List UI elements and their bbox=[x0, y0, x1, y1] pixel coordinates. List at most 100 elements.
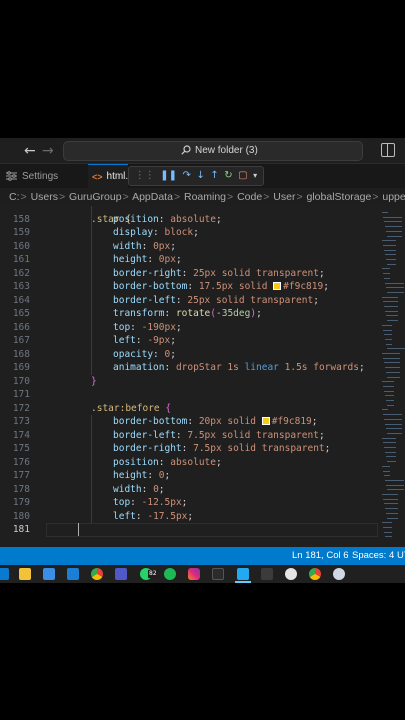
property-name: left bbox=[113, 335, 136, 346]
minimap-line bbox=[385, 226, 402, 228]
store-icon[interactable] bbox=[43, 568, 55, 580]
windows-icon[interactable] bbox=[0, 568, 9, 580]
text-cursor bbox=[78, 523, 79, 536]
minimap-line bbox=[382, 437, 396, 439]
semicolon: ; bbox=[256, 308, 262, 319]
mail-icon[interactable] bbox=[67, 568, 79, 580]
restart-icon[interactable]: ↻ bbox=[224, 169, 232, 183]
semicolon: ; bbox=[158, 483, 165, 495]
minimap-line bbox=[385, 338, 392, 340]
minimap-line bbox=[382, 522, 392, 524]
folder-icon[interactable] bbox=[261, 568, 273, 580]
property-name: border-left bbox=[113, 294, 176, 306]
minimap-line bbox=[385, 367, 400, 369]
color-value: #f9c819 bbox=[283, 281, 324, 292]
cursor-position[interactable]: Ln 181, Col 6 bbox=[292, 547, 349, 565]
property-name: left bbox=[113, 510, 136, 522]
vscode-icon[interactable] bbox=[237, 568, 249, 580]
spotify-icon[interactable] bbox=[164, 568, 176, 580]
declaration: height: 0px; bbox=[113, 253, 182, 267]
drag-handle-icon[interactable]: ⋮⋮ bbox=[135, 169, 155, 183]
teams-icon[interactable] bbox=[115, 568, 127, 580]
value-text: dropStar 1s bbox=[175, 362, 245, 373]
colon: : bbox=[164, 308, 176, 319]
line-number: 178 bbox=[12, 483, 30, 495]
minimap-line bbox=[386, 371, 400, 373]
photos-icon[interactable] bbox=[212, 568, 224, 580]
code-text: .star:before { bbox=[91, 402, 171, 416]
breadcrumb-item[interactable]: Users bbox=[31, 191, 58, 203]
chrome-profile-icon[interactable] bbox=[309, 568, 321, 580]
command-center-text: New folder (3) bbox=[195, 145, 258, 156]
code-line: 165 transform: rotate(-35deg); bbox=[0, 307, 378, 321]
semicolon: ; bbox=[215, 456, 222, 468]
back-arrow-icon[interactable]: ← bbox=[24, 142, 36, 160]
breadcrumb-item[interactable]: User bbox=[273, 191, 295, 203]
minimap-line bbox=[386, 287, 404, 289]
color-swatch-icon bbox=[273, 282, 282, 290]
minimap-line bbox=[385, 508, 398, 510]
cloud-icon[interactable] bbox=[333, 568, 345, 580]
windows-taskbar: 82 bbox=[0, 565, 405, 583]
colon: : bbox=[175, 429, 188, 441]
semicolon: ; bbox=[313, 294, 319, 306]
step-into-icon[interactable]: ↓ bbox=[196, 169, 204, 183]
code-text: } bbox=[91, 375, 97, 389]
stop-icon[interactable]: ▢ bbox=[238, 169, 247, 183]
command-center-search[interactable]: New folder (3) bbox=[63, 141, 363, 161]
semicolon: ; bbox=[358, 362, 365, 373]
toggle-layout-icon[interactable] bbox=[381, 143, 395, 157]
active-app-indicator bbox=[235, 581, 251, 583]
line-number: 161 bbox=[12, 254, 30, 265]
breadcrumb-item[interactable]: AppData bbox=[132, 191, 173, 203]
minimap-line bbox=[384, 503, 398, 505]
minimap-line bbox=[386, 512, 398, 514]
declaration: position: absolute; bbox=[113, 213, 222, 227]
step-over-icon[interactable]: ↷ bbox=[183, 169, 191, 183]
minimap-line bbox=[385, 451, 396, 453]
colon: : bbox=[153, 227, 165, 238]
step-out-icon[interactable]: ↑ bbox=[210, 169, 218, 183]
breadcrumb-item[interactable]: Code bbox=[237, 191, 262, 203]
declaration: left: -9px; bbox=[113, 334, 176, 348]
chrome-icon[interactable] bbox=[91, 568, 103, 580]
html-file-icon: <> bbox=[92, 171, 103, 182]
semicolon: ; bbox=[175, 321, 182, 333]
breadcrumb-item[interactable]: GuruGroup bbox=[69, 191, 122, 203]
line-number: 169 bbox=[12, 362, 30, 373]
code-line: 167 left: -9px; bbox=[0, 334, 378, 348]
pause-icon[interactable]: ❚❚ bbox=[160, 169, 177, 183]
minimap-line bbox=[382, 324, 392, 326]
encoding-setting[interactable]: UT bbox=[397, 547, 405, 565]
instagram-icon[interactable] bbox=[188, 568, 200, 580]
obs-icon[interactable] bbox=[285, 568, 297, 580]
breadcrumb-item[interactable]: Roaming bbox=[184, 191, 226, 203]
tab-settings[interactable]: Settings bbox=[0, 164, 72, 188]
tab-html[interactable]: <> html. bbox=[88, 164, 128, 188]
minimap-line bbox=[387, 404, 394, 406]
code-line: 178 width: 0; bbox=[0, 483, 378, 497]
code-line: 161 height: 0px; bbox=[0, 253, 378, 267]
breadcrumb-item[interactable]: uppernauts.typ bbox=[382, 191, 405, 203]
minimap[interactable] bbox=[378, 206, 405, 547]
property-name: border-bottom bbox=[113, 281, 188, 292]
chevron-down-icon[interactable]: ▾ bbox=[253, 169, 257, 183]
minimap-line bbox=[385, 536, 392, 538]
minimap-line bbox=[383, 216, 402, 218]
declaration: border-left: 25px solid transparent; bbox=[113, 294, 319, 308]
breadcrumb-item[interactable]: C: bbox=[9, 191, 20, 203]
forward-arrow-icon[interactable]: → bbox=[42, 142, 54, 160]
selector-text: .star:before bbox=[91, 402, 166, 414]
breadcrumb-item[interactable]: globalStorage bbox=[307, 191, 372, 203]
search-icon bbox=[181, 145, 191, 155]
file-explorer-icon[interactable] bbox=[19, 568, 31, 580]
code-editor[interactable]: .star { 158 position: absolute; 159 display… bbox=[0, 206, 405, 547]
semicolon: ; bbox=[170, 335, 176, 346]
code-line: 160 width: 0px; bbox=[0, 240, 378, 254]
declaration: height: 0; bbox=[113, 469, 170, 483]
declaration: display: block; bbox=[113, 226, 199, 240]
colon: : bbox=[158, 213, 171, 225]
minimap-line bbox=[387, 348, 405, 350]
minimap-line bbox=[383, 414, 402, 416]
indentation-setting[interactable]: Spaces: 4 bbox=[352, 547, 394, 565]
